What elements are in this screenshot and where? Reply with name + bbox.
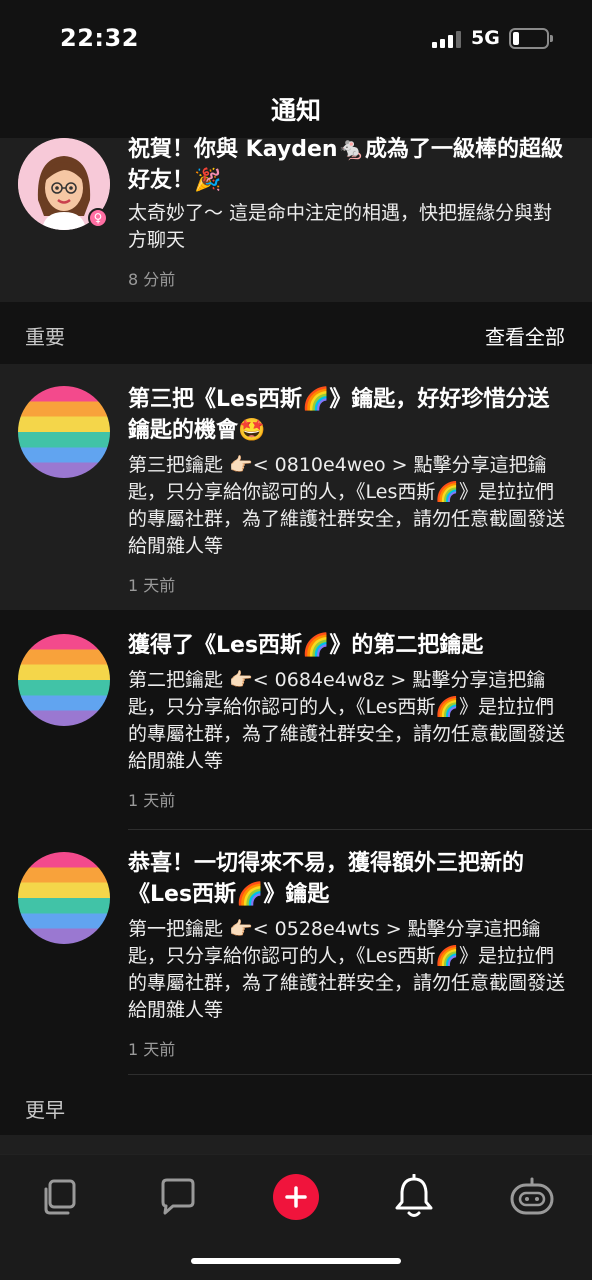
section-label: 重要 — [25, 325, 65, 349]
signal-icon — [432, 31, 461, 48]
tab-discover[interactable] — [32, 1169, 88, 1225]
chat-bubble-icon — [161, 1178, 195, 1215]
list-edge — [0, 1135, 592, 1154]
notification-item[interactable]: 恭喜！一切得來不易，獲得額外三把新的《Les西斯🌈》鑰匙 第一把鑰匙 👉🏻< 0… — [0, 830, 592, 1074]
female-icon: ♀ — [88, 208, 108, 228]
battery-icon — [509, 28, 553, 49]
notification-title: 恭喜！一切得來不易，獲得額外三把新的《Les西斯🌈》鑰匙 — [128, 851, 525, 907]
view-all-link[interactable]: 查看全部 — [485, 321, 565, 350]
notification-body: 太奇妙了～ 這是命中注定的相遇，快把握緣分與對方聊天 — [128, 202, 553, 251]
tab-messages[interactable] — [150, 1169, 206, 1225]
rainbow-avatar[interactable] — [18, 852, 110, 944]
notification-time: 1 天前 — [128, 576, 176, 595]
nav-header: 通知 — [0, 80, 592, 138]
tab-create[interactable] — [268, 1169, 324, 1225]
notification-title: 第三把《Les西斯🌈》鑰匙，好好珍惜分送鑰匙的機會🤩 — [128, 387, 550, 443]
network-label: 5G — [471, 27, 500, 49]
notification-body: 第二把鑰匙 👉🏻< 0684e4w8z > 點擊分享這把鑰匙，只分享給你認可的人… — [128, 669, 566, 772]
notification-item[interactable]: 第三把《Les西斯🌈》鑰匙，好好珍惜分送鑰匙的機會🤩 第三把鑰匙 👉🏻< 081… — [0, 364, 592, 610]
page-title: 通知 — [270, 96, 321, 125]
notification-body: 第三把鑰匙 👉🏻< 0810e4weo > 點擊分享這把鑰匙，只分享給你認可的人… — [128, 454, 566, 557]
section-header-earlier: 更早 — [0, 1075, 592, 1135]
notification-body: 第一把鑰匙 👉🏻< 0528e4wts > 點擊分享這把鑰匙，只分享給你認可的人… — [128, 918, 566, 1021]
section-header-important: 重要 查看全部 — [0, 302, 592, 364]
bell-icon — [395, 1174, 433, 1217]
notification-item[interactable]: 獲得了《Les西斯🌈》的第二把鑰匙 第二把鑰匙 👉🏻< 0684e4w8z > … — [0, 612, 592, 828]
home-indicator — [191, 1258, 401, 1264]
status-time: 22:32 — [60, 24, 139, 52]
notification-title: 獲得了《Les西斯🌈》的第二把鑰匙 — [128, 633, 484, 658]
notification-title: 祝賀！你與 Kayden🐁成為了一級棒的超級好友！🎉 — [128, 137, 563, 193]
rainbow-avatar[interactable] — [18, 386, 110, 478]
tab-profile[interactable] — [504, 1169, 560, 1225]
status-bar: 22:32 5G — [0, 0, 592, 80]
bot-icon — [510, 1177, 554, 1215]
tab-notifications[interactable] — [386, 1169, 442, 1225]
notification-time: 1 天前 — [128, 791, 176, 810]
notification-time: 1 天前 — [128, 1040, 176, 1059]
section-label: 更早 — [25, 1098, 65, 1122]
plus-icon — [273, 1174, 319, 1220]
notification-time: 8 分前 — [128, 270, 176, 289]
cards-icon — [44, 1179, 76, 1215]
rainbow-avatar[interactable] — [18, 634, 110, 726]
